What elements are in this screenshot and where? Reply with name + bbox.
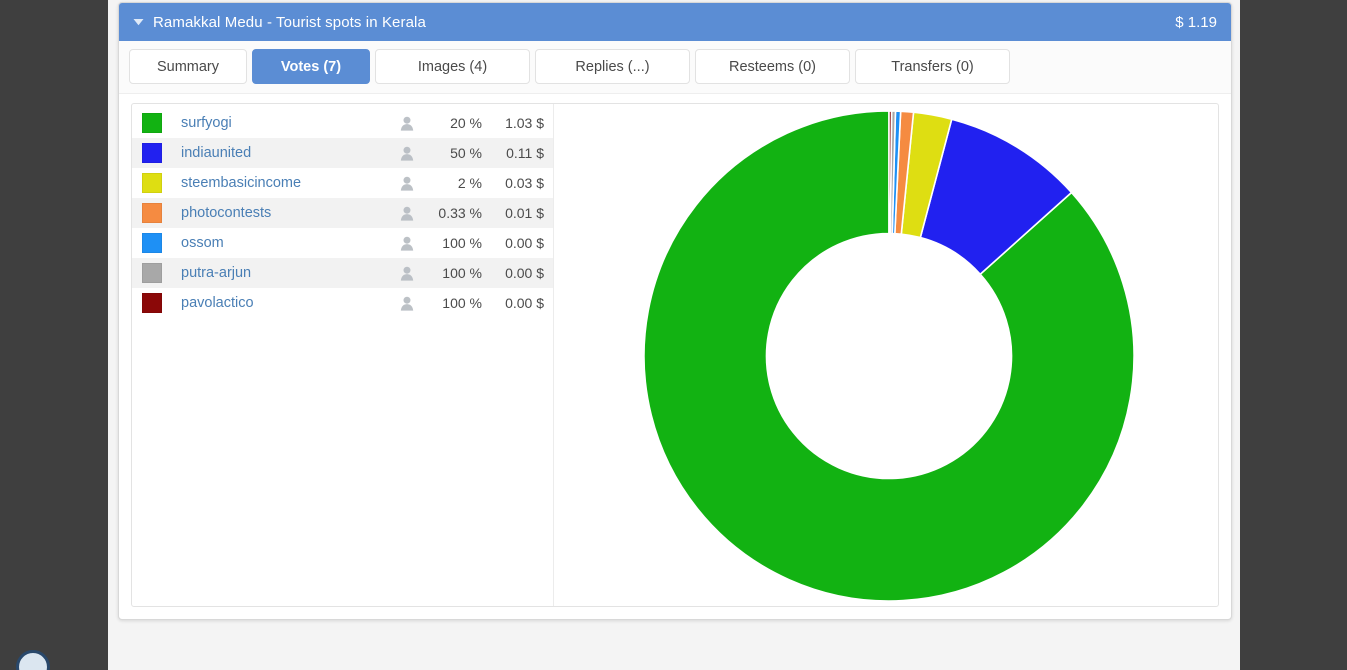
tab-replies[interactable]: Replies (...) — [535, 49, 690, 84]
user-icon[interactable] — [394, 296, 420, 311]
donut-svg — [643, 110, 1135, 602]
rail-orb-icon — [16, 650, 50, 670]
chevron-down-icon[interactable] — [131, 15, 145, 29]
card-header: Ramakkal Medu - Tourist spots in Kerala … — [119, 3, 1231, 41]
voter-color-swatch — [142, 233, 162, 253]
user-icon[interactable] — [394, 146, 420, 161]
voter-name-link[interactable]: pavolactico — [181, 295, 394, 311]
donut-slice[interactable] — [888, 110, 893, 235]
payout-amount: $ 1.19 — [1175, 13, 1217, 31]
user-icon[interactable] — [394, 116, 420, 131]
tab-transfers[interactable]: Transfers (0) — [855, 49, 1010, 84]
voter-name-link[interactable]: ossom — [181, 235, 394, 251]
voter-amount: 0.11 $ — [506, 145, 544, 161]
page-title: Ramakkal Medu - Tourist spots in Kerala — [153, 13, 426, 31]
screen-root: Ramakkal Medu - Tourist spots in Kerala … — [0, 0, 1347, 670]
voter-amount: 0.00 $ — [505, 295, 544, 311]
voter-row[interactable]: surfyogi 20 % 1.03 $ — [132, 108, 553, 138]
votes-panel: surfyogi 20 % 1.03 $ indiaunited 50 % 0.11 $ s… — [131, 103, 1219, 607]
voter-percent: 50 % — [450, 145, 482, 161]
voter-row[interactable]: putra-arjun 100 % 0.00 $ — [132, 258, 553, 288]
voter-percent: 2 % — [457, 175, 482, 191]
voter-row[interactable]: pavolactico 100 % 0.00 $ — [132, 288, 553, 318]
voter-percent: 100 % — [442, 235, 482, 251]
left-dark-rail — [0, 0, 108, 670]
voter-percent: 100 % — [442, 265, 482, 281]
voter-name-link[interactable]: photocontests — [181, 205, 394, 221]
user-icon[interactable] — [394, 266, 420, 281]
voter-percent: 100 % — [442, 295, 482, 311]
voter-row[interactable]: photocontests 0.33 % 0.01 $ — [132, 198, 553, 228]
voter-amount: 0.00 $ — [505, 235, 544, 251]
voter-color-swatch — [142, 203, 162, 223]
tab-summary[interactable]: Summary — [129, 49, 247, 84]
right-dark-rail — [1240, 0, 1347, 670]
user-icon[interactable] — [394, 176, 420, 191]
voter-amount: 0.00 $ — [505, 265, 544, 281]
voter-name-link[interactable]: steembasicincome — [181, 175, 394, 191]
voter-name-link[interactable]: putra-arjun — [181, 265, 394, 281]
voter-percent: 0.33 % — [438, 205, 482, 221]
user-icon[interactable] — [394, 206, 420, 221]
donut-wrap — [641, 108, 1137, 604]
votes-donut-chart — [554, 104, 1218, 606]
tab-images[interactable]: Images (4) — [375, 49, 530, 84]
voter-row[interactable]: ossom 100 % 0.00 $ — [132, 228, 553, 258]
voter-color-swatch — [142, 173, 162, 193]
voter-name-link[interactable]: indiaunited — [181, 145, 394, 161]
voter-color-swatch — [142, 113, 162, 133]
voter-color-swatch — [142, 293, 162, 313]
voter-row[interactable]: steembasicincome 2 % 0.03 $ — [132, 168, 553, 198]
tab-votes[interactable]: Votes (7) — [252, 49, 370, 84]
voter-name-link[interactable]: surfyogi — [181, 115, 394, 131]
voter-amount: 0.01 $ — [505, 205, 544, 221]
tab-strip: Summary Votes (7) Images (4) Replies (..… — [119, 41, 1231, 94]
voter-color-swatch — [142, 263, 162, 283]
voter-amount: 0.03 $ — [505, 175, 544, 191]
user-icon[interactable] — [394, 236, 420, 251]
voter-amount: 1.03 $ — [505, 115, 544, 131]
voter-color-swatch — [142, 143, 162, 163]
post-card: Ramakkal Medu - Tourist spots in Kerala … — [118, 2, 1232, 620]
voter-list: surfyogi 20 % 1.03 $ indiaunited 50 % 0.11 $ s… — [132, 104, 554, 606]
tab-resteems[interactable]: Resteems (0) — [695, 49, 850, 84]
voter-row[interactable]: indiaunited 50 % 0.11 $ — [132, 138, 553, 168]
voter-percent: 20 % — [450, 115, 482, 131]
